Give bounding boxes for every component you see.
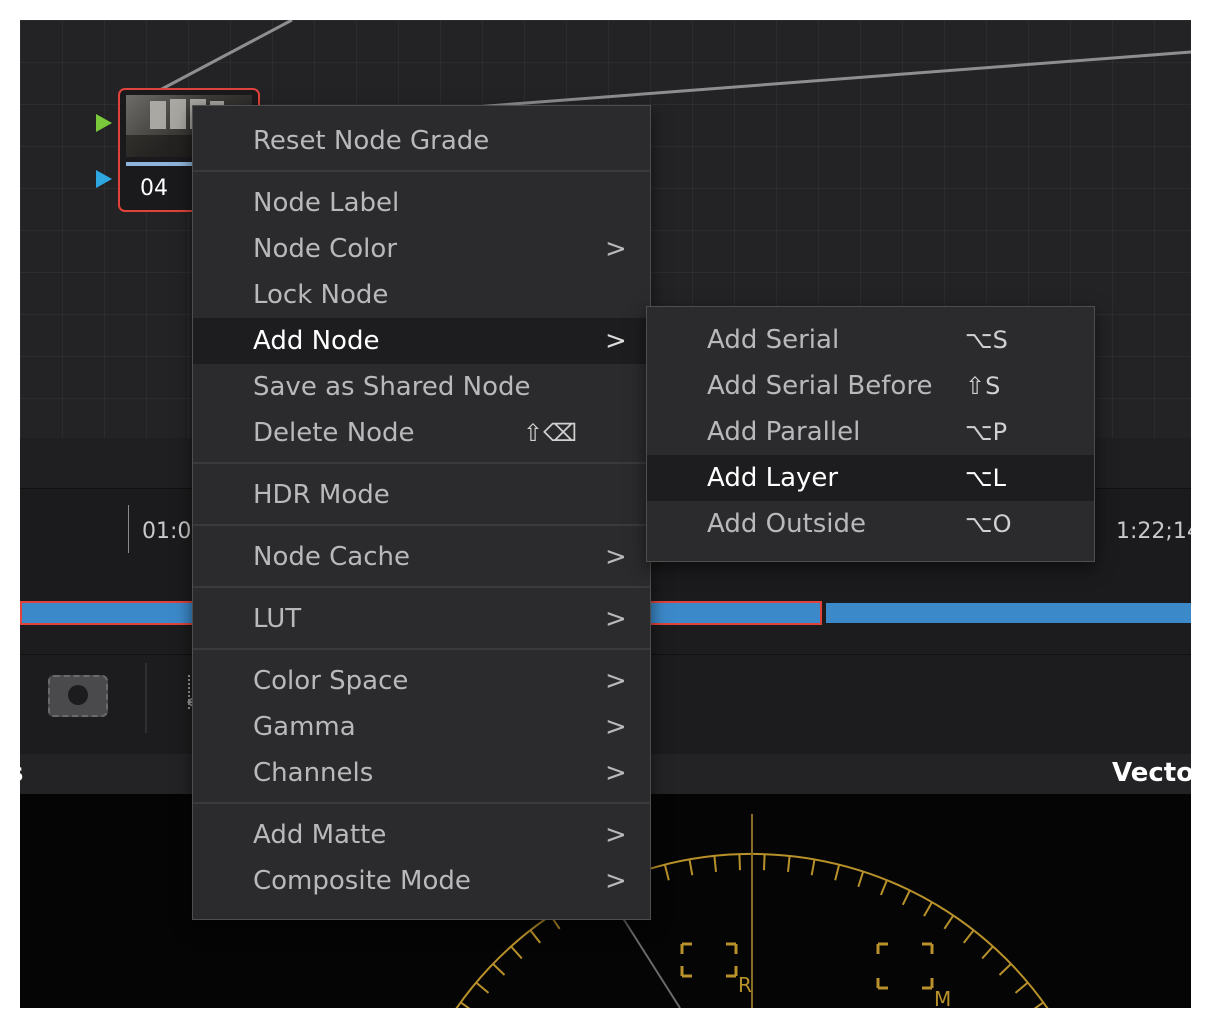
shortcut-label: ⌥S (965, 326, 1008, 354)
menu-item-gamma[interactable]: Gamma > (193, 704, 650, 750)
toolbar-divider (145, 663, 147, 733)
menu-item-hdr-mode[interactable]: HDR Mode (193, 472, 650, 518)
menu-item-label: Gamma (253, 712, 356, 742)
submenu-item-add-parallel[interactable]: Add Parallel ⌥P (647, 409, 1094, 455)
menu-separator (193, 648, 650, 650)
connection-line-input (159, 20, 293, 92)
chevron-right-icon: > (605, 326, 627, 356)
menu-item-node-label[interactable]: Node Label (193, 180, 650, 226)
submenu-item-add-serial[interactable]: Add Serial ⌥S (647, 317, 1094, 363)
window-mask-icon[interactable] (48, 675, 108, 717)
menu-item-label: Add Layer (707, 463, 839, 493)
chevron-right-icon: > (605, 712, 627, 742)
marker-m-label: M (934, 987, 951, 1008)
menu-item-label: Add Matte (253, 820, 387, 850)
menu-item-label: Add Serial Before (707, 371, 933, 401)
menu-item-label: HDR Mode (253, 480, 390, 510)
node-context-menu: Reset Node Grade Node Label Node Color > … (192, 105, 651, 920)
menu-item-label: Add Serial (707, 325, 840, 355)
menu-item-label: Save as Shared Node (253, 372, 531, 402)
clip-bar[interactable] (826, 603, 1191, 623)
submenu-item-add-outside[interactable]: Add Outside ⌥O (647, 501, 1094, 547)
vectorscope-title: Vecto (1112, 758, 1191, 788)
menu-item-label: Node Label (253, 188, 400, 218)
rgb-input-port[interactable] (96, 114, 112, 132)
menu-separator (193, 524, 650, 526)
menu-separator (193, 586, 650, 588)
key-input-port[interactable] (96, 170, 112, 188)
menu-separator (193, 462, 650, 464)
menu-item-reset-node-grade[interactable]: Reset Node Grade (193, 118, 650, 164)
shortcut-label: ⌥L (965, 464, 1007, 492)
menu-item-composite-mode[interactable]: Composite Mode > (193, 858, 650, 904)
menu-item-label: Add Node (253, 326, 380, 356)
menu-item-channels[interactable]: Channels > (193, 750, 650, 796)
chevron-right-icon: > (605, 666, 627, 696)
menu-item-label: Add Outside (707, 509, 867, 539)
menu-item-label: Reset Node Grade (253, 126, 490, 156)
shortcut-label: ⇧S (965, 372, 1001, 400)
shortcut-label: ⌥O (965, 510, 1012, 538)
chevron-right-icon: > (605, 758, 627, 788)
menu-item-save-as-shared-node[interactable]: Save as Shared Node (193, 364, 650, 410)
menu-item-node-color[interactable]: Node Color > (193, 226, 650, 272)
menu-item-node-cache[interactable]: Node Cache > (193, 534, 650, 580)
ruler-tick (128, 505, 129, 553)
add-node-submenu: Add Serial ⌥S Add Serial Before ⇧S Add Par… (646, 306, 1095, 562)
node-number-label: 04 (140, 176, 168, 201)
menu-item-lut[interactable]: LUT > (193, 596, 650, 642)
menu-item-label: Lock Node (253, 280, 389, 310)
shortcut-label: ⌥P (965, 418, 1008, 446)
scopes-title-left: s (20, 758, 23, 788)
menu-item-label: Node Cache (253, 542, 410, 572)
shortcut-label: ⇧⌫ (523, 419, 578, 447)
menu-item-color-space[interactable]: Color Space > (193, 658, 650, 704)
chevron-right-icon: > (605, 234, 627, 264)
menu-item-lock-node[interactable]: Lock Node (193, 272, 650, 318)
target-box-m (876, 942, 934, 990)
chevron-right-icon: > (605, 866, 627, 896)
menu-item-label: Add Parallel (707, 417, 861, 447)
menu-item-label: Composite Mode (253, 866, 471, 896)
menu-item-add-node[interactable]: Add Node > (193, 318, 650, 364)
submenu-item-add-serial-before[interactable]: Add Serial Before ⇧S (647, 363, 1094, 409)
menu-item-add-matte[interactable]: Add Matte > (193, 812, 650, 858)
chevron-right-icon: > (605, 542, 627, 572)
menu-item-label: Delete Node (253, 418, 415, 448)
timecode-end: 1:22;14 (1116, 519, 1191, 544)
target-box-r (680, 942, 738, 978)
menu-separator (193, 170, 650, 172)
submenu-item-add-layer[interactable]: Add Layer ⌥L (647, 455, 1094, 501)
chevron-right-icon: > (605, 604, 627, 634)
menu-item-label: Node Color (253, 234, 398, 264)
menu-item-delete-node[interactable]: Delete Node ⇧⌫ (193, 410, 650, 456)
menu-item-label: LUT (253, 604, 302, 634)
menu-item-label: Channels (253, 758, 374, 788)
menu-item-label: Color Space (253, 666, 409, 696)
chevron-right-icon: > (605, 820, 627, 850)
marker-r-label: R (738, 973, 752, 997)
menu-separator (193, 802, 650, 804)
